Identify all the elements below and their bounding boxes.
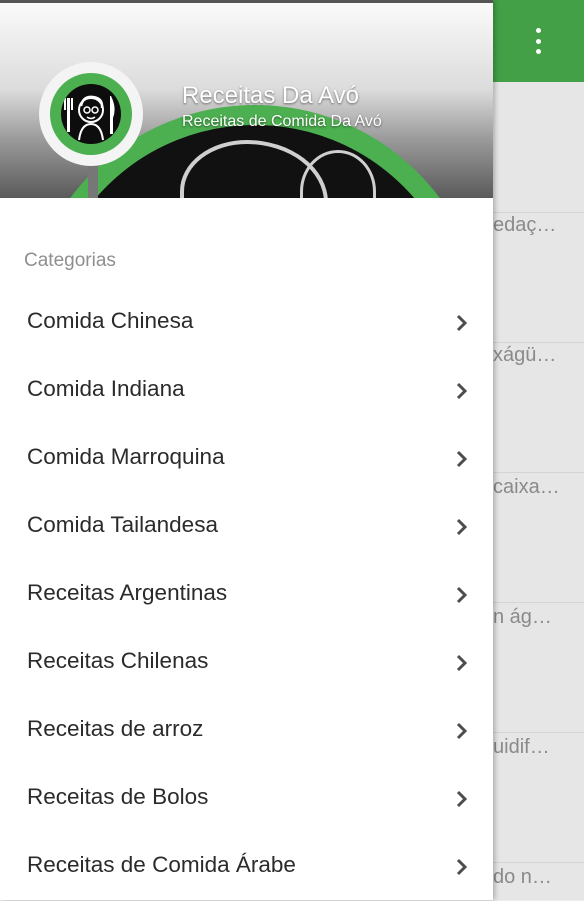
background-snippet: uidif… (493, 736, 550, 758)
background-snippet: edaç… (493, 214, 557, 236)
menu-item-receitas-de-bolos[interactable]: Receitas de Bolos (0, 765, 493, 833)
navigation-drawer: Receitas Da Avó Receitas de Comida Da Av… (0, 0, 493, 900)
status-line (0, 0, 493, 3)
menu-item-label: Receitas de Comida Árabe (27, 852, 296, 877)
menu-item-label: Receitas de Bolos (27, 784, 209, 809)
background-snippet: caixa… (493, 476, 560, 498)
background-snippet: do n… (493, 866, 552, 888)
chevron-right-icon (456, 586, 468, 604)
chevron-right-icon (456, 858, 468, 876)
menu-item-receitas-de-arroz[interactable]: Receitas de arroz (0, 697, 493, 765)
menu-item-comida-indiana[interactable]: Comida Indiana (0, 357, 493, 425)
chevron-right-icon (456, 722, 468, 740)
section-header: Categorias (24, 250, 116, 271)
grandma-logo-icon (64, 95, 115, 141)
menu-item-label: Comida Indiana (27, 376, 185, 401)
menu-item-receitas-chilenas[interactable]: Receitas Chilenas (0, 629, 493, 697)
menu-item-comida-chinesa[interactable]: Comida Chinesa (0, 289, 493, 357)
menu-item-receitas-argentinas[interactable]: Receitas Argentinas (0, 561, 493, 629)
drawer-header: Receitas Da Avó Receitas de Comida Da Av… (0, 0, 493, 198)
chevron-right-icon (456, 654, 468, 672)
menu-item-comida-tailandesa[interactable]: Comida Tailandesa (0, 493, 493, 561)
drawer-title: Receitas Da Avó (182, 82, 359, 109)
chevron-right-icon (456, 382, 468, 400)
menu-item-label: Comida Tailandesa (27, 512, 218, 537)
chevron-right-icon (456, 790, 468, 808)
app-logo (39, 62, 143, 166)
menu-item-label: Receitas de arroz (27, 716, 204, 741)
menu-item-comida-marroquina[interactable]: Comida Marroquina (0, 425, 493, 493)
category-menu: Comida Chinesa Comida Indiana Comida Mar… (0, 289, 493, 901)
menu-item-label: Receitas Argentinas (27, 580, 228, 605)
chevron-right-icon (456, 518, 468, 536)
menu-item-label: Receitas Chilenas (27, 648, 209, 673)
menu-item-label: Comida Chinesa (27, 308, 194, 333)
more-vert-icon[interactable] (534, 28, 542, 54)
chevron-right-icon (456, 314, 468, 332)
drawer-subtitle: Receitas de Comida Da Avó (182, 113, 382, 130)
menu-item-label: Comida Marroquina (27, 444, 225, 469)
background-snippet: n ág… (493, 606, 552, 628)
chevron-right-icon (456, 450, 468, 468)
menu-item-receitas-de-comida-arabe[interactable]: Receitas de Comida Árabe (0, 833, 493, 901)
background-snippet: xágü… (493, 344, 557, 366)
